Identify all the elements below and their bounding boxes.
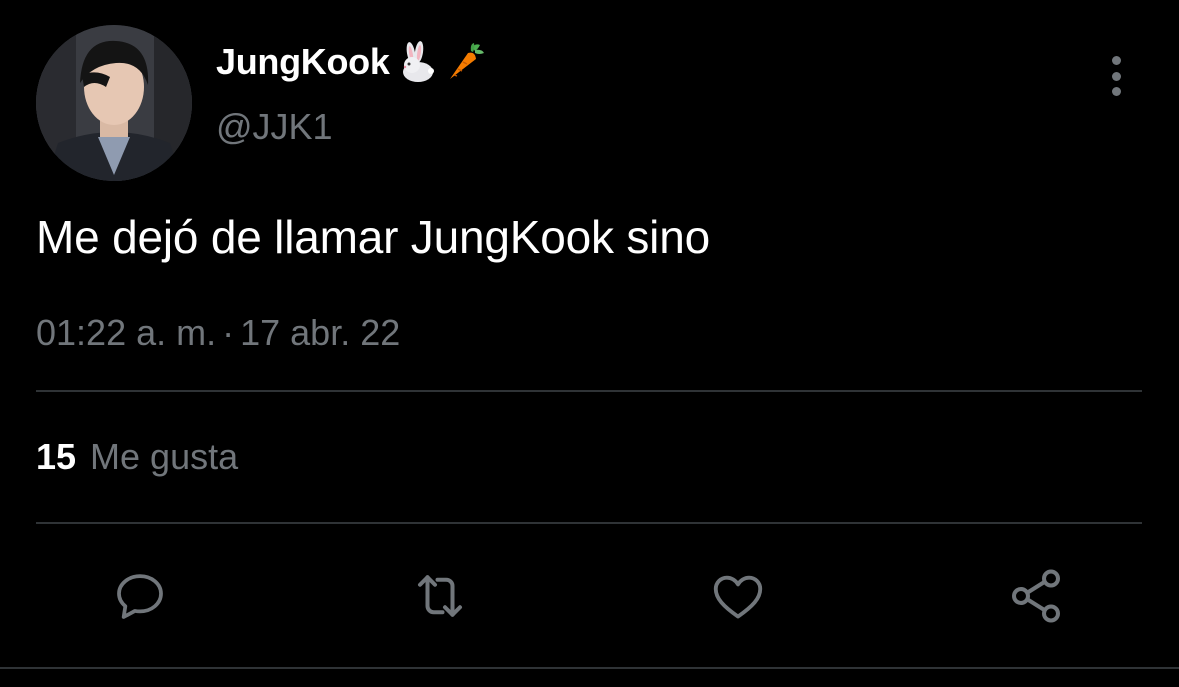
divider [36, 390, 1142, 392]
more-options-icon[interactable] [1100, 54, 1132, 98]
author-display-name[interactable]: JungKook [216, 41, 390, 83]
carrot-emoji-icon [444, 41, 486, 83]
reply-button[interactable] [110, 566, 170, 626]
more-dot [1111, 71, 1121, 81]
share-icon [1012, 569, 1060, 623]
author-name-row[interactable]: JungKook [216, 38, 486, 86]
tweet-detail: JungKook @JJK1 Me dejó de llamar JungKoo… [0, 0, 1179, 687]
retweet-button[interactable] [410, 566, 470, 626]
more-dot [1111, 56, 1121, 65]
avatar[interactable] [36, 25, 192, 181]
tweet-time: 01:22 a. m. [36, 312, 217, 353]
meta-separator: · [222, 312, 235, 353]
divider [36, 522, 1142, 524]
tweet-text: Me dejó de llamar JungKook sino [36, 211, 710, 263]
like-icon [713, 575, 763, 619]
rabbit-emoji-icon [396, 41, 438, 83]
likes-label: Me gusta [90, 436, 239, 477]
like-button[interactable] [708, 566, 768, 626]
author-handle[interactable]: @JJK1 [216, 106, 333, 148]
likes-count: 15 [36, 436, 77, 477]
retweet-icon [418, 575, 462, 617]
more-dot [1111, 87, 1121, 96]
likes-stat[interactable]: 15 Me gusta [36, 436, 238, 478]
tweet-date: 17 abr. 22 [240, 312, 401, 353]
tweet-timestamp[interactable]: 01:22 a. m. · 17 abr. 22 [36, 312, 400, 354]
share-button[interactable] [1006, 566, 1066, 626]
reply-icon [117, 574, 163, 619]
bottom-divider [0, 667, 1179, 669]
